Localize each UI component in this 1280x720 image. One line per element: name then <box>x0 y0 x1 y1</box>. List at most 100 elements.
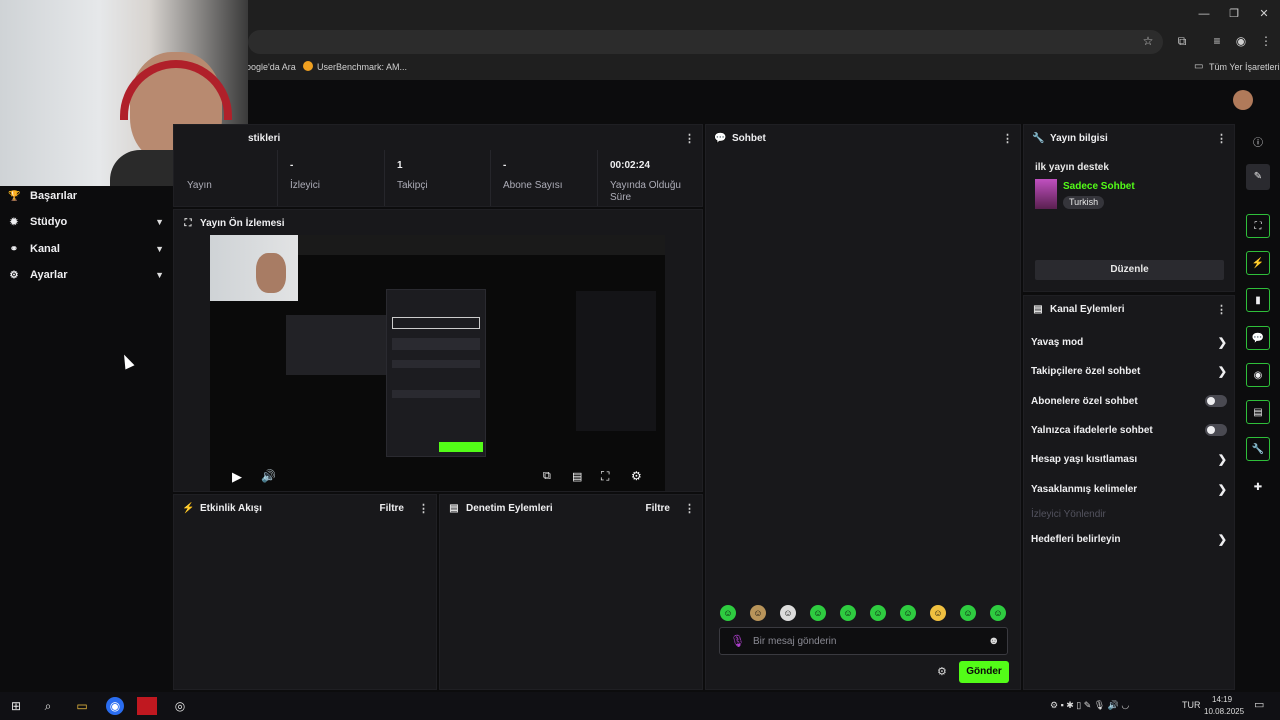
wrench-rail-icon[interactable]: 🔧 <box>1246 437 1270 461</box>
channel-icon: ⚭ <box>9 243 19 255</box>
emote-icon[interactable]: ☺ <box>900 605 916 621</box>
edit-pencil-icon[interactable]: ✎ <box>1246 164 1270 190</box>
menu-icon[interactable]: ⋮ <box>1259 34 1273 48</box>
kebab-menu-icon[interactable]: ⋮ <box>1216 132 1227 145</box>
emote-icon[interactable]: ☺ <box>810 605 826 621</box>
preview-rail-icon[interactable]: ⛶ <box>1246 214 1270 238</box>
volume-icon[interactable]: 🔊 <box>261 469 276 483</box>
chat-input[interactable]: 🎙 Bir mesaj gönderin ☻ <box>719 627 1008 655</box>
chevron-right-icon: ❯ <box>1217 483 1227 496</box>
emote-icon[interactable]: ☺ <box>840 605 856 621</box>
extensions-icon[interactable]: ⧉ <box>1175 34 1189 48</box>
edit-button[interactable]: Düzenle <box>1035 260 1224 280</box>
profile-icon[interactable]: ◉ <box>1234 34 1248 48</box>
preview-modal-language <box>392 390 480 398</box>
close-icon[interactable]: ✕ <box>1256 6 1272 22</box>
preview-webcam-person <box>256 253 286 293</box>
chrome-icon[interactable]: ◉ <box>106 697 124 715</box>
picture-in-picture-icon[interactable]: ⧉ <box>543 470 551 483</box>
input-language[interactable]: TUR <box>1182 700 1201 710</box>
stat-izleyici: - İzleyici <box>277 150 385 206</box>
preview-webcam <box>210 235 298 301</box>
sidebar-item-studyo[interactable]: ✹ Stüdyo ▼ <box>8 211 164 233</box>
activity-panel: ⚡ Etkinlik Akışı Filtre ⋮ <box>173 494 437 690</box>
stream-info-title: Yayın bilgisi <box>1050 132 1108 144</box>
emote-icon[interactable]: ☺ <box>750 605 766 621</box>
add-widget-icon[interactable]: ✚ <box>1246 475 1270 499</box>
notification-icon[interactable]: ▭ <box>1254 698 1264 711</box>
emote-icon[interactable]: ☺ <box>930 605 946 621</box>
sidebar-item-basarilar[interactable]: 🏆 Başarılar <box>8 185 164 207</box>
kebab-menu-icon[interactable]: ⋮ <box>1216 303 1227 316</box>
sidebar-item-kanal[interactable]: ⚭ Kanal ▼ <box>8 238 164 260</box>
emote-icon[interactable]: ☺ <box>870 605 886 621</box>
action-account-age[interactable]: Hesap yaşı kısıtlaması ❯ <box>1031 449 1227 469</box>
app-taskbar-icon[interactable] <box>137 697 157 715</box>
stream-category[interactable]: Sadece Sohbet <box>1063 181 1135 192</box>
clock-date[interactable]: 10.08.2025 <box>1204 707 1244 716</box>
address-bar[interactable] <box>248 30 1163 54</box>
headphones-icon <box>120 60 232 120</box>
preview-icon: ⛶ <box>184 217 192 229</box>
chat-rail-icon[interactable]: 💬 <box>1246 326 1270 350</box>
kebab-menu-icon[interactable]: ⋮ <box>684 502 695 515</box>
moderation-filter-button[interactable]: Filtre <box>646 503 670 514</box>
emote-icon[interactable]: ☺ <box>720 605 736 621</box>
settings-icon[interactable]: ⚙ <box>631 469 642 483</box>
action-slow-mode[interactable]: Yavaş mod ❯ <box>1031 332 1227 352</box>
channel-actions-title: Kanal Eylemleri <box>1050 303 1125 315</box>
action-followers-only[interactable]: Takipçilere özel sohbet ❯ <box>1031 361 1227 381</box>
kebab-menu-icon[interactable]: ⋮ <box>1002 132 1013 145</box>
stat-sure: 00:02:24 Yayında Olduğu Süre <box>610 160 681 203</box>
theater-mode-icon[interactable]: ▤ <box>572 470 582 483</box>
action-set-goals[interactable]: Hedefleri belirleyin ❯ <box>1031 529 1227 549</box>
stats-rail-icon[interactable]: ▮ <box>1246 288 1270 312</box>
moderation-rail-icon[interactable]: ▤ <box>1246 400 1270 424</box>
kebab-menu-icon[interactable]: ⋮ <box>684 132 695 145</box>
send-button[interactable]: Gönder <box>959 661 1009 683</box>
emote-icon[interactable]: ☺ <box>990 605 1006 621</box>
activity-panel-title: Etkinlik Akışı <box>200 502 262 514</box>
microphone-icon[interactable]: 🎙 <box>730 634 745 648</box>
chat-panel-title: Sohbet <box>732 132 766 144</box>
category-thumbnail <box>1035 179 1057 209</box>
bookmark-userbenchmark[interactable]: UserBenchmark: AM... <box>317 62 407 72</box>
sidebar-item-ayarlar[interactable]: ⚙ Ayarlar ▼ <box>8 264 164 286</box>
emote-only-toggle[interactable] <box>1205 424 1227 436</box>
media-icon[interactable]: ≡ <box>1210 34 1224 48</box>
stream-preview-video[interactable] <box>210 235 665 491</box>
activity-filter-button[interactable]: Filtre <box>380 503 404 514</box>
avatar[interactable] <box>1233 90 1253 110</box>
chevron-right-icon: ❯ <box>1217 533 1227 546</box>
star-icon[interactable]: ☆ <box>1141 34 1155 48</box>
action-banned-words[interactable]: Yasaklanmış kelimeler ❯ <box>1031 479 1227 499</box>
chevron-down-icon: ▼ <box>155 244 164 254</box>
chat-settings-icon[interactable]: ⚙ <box>937 665 947 678</box>
language-tag: Turkish <box>1063 196 1105 209</box>
clock-time[interactable]: 14:19 <box>1212 695 1232 704</box>
search-icon[interactable]: ⌕ <box>39 697 57 715</box>
info-icon[interactable]: ⓘ <box>1246 129 1270 153</box>
emoji-icon[interactable]: ☻ <box>988 635 1000 647</box>
minimize-icon[interactable]: — <box>1196 6 1212 22</box>
action-emote-only: Yalnızca ifadelerle sohbet <box>1031 420 1227 440</box>
obs-icon[interactable]: ◎ <box>171 697 189 715</box>
subscribers-only-toggle[interactable] <box>1205 395 1227 407</box>
play-icon[interactable]: ▶ <box>232 469 242 485</box>
stat-takipci: 1 Takipçi <box>385 150 491 206</box>
bookmark-google[interactable]: oogle'da Ara <box>246 62 296 72</box>
restore-icon[interactable]: ❐ <box>1226 6 1242 22</box>
broadcast-rail-icon[interactable]: ◉ <box>1246 363 1270 387</box>
kebab-menu-icon[interactable]: ⋮ <box>418 502 429 515</box>
preview-side-panel <box>576 291 656 431</box>
emote-icon[interactable]: ☺ <box>780 605 796 621</box>
preview-modal <box>386 289 486 457</box>
emote-icon[interactable]: ☺ <box>960 605 976 621</box>
bookmark-favicon-icon <box>303 61 313 71</box>
all-bookmarks[interactable]: Tüm Yer İşaretleri <box>1209 62 1280 72</box>
file-explorer-icon[interactable]: ▭ <box>73 697 91 715</box>
chevron-down-icon: ▼ <box>155 217 164 227</box>
activity-rail-icon[interactable]: ⚡ <box>1246 251 1270 275</box>
windows-start-icon[interactable]: ⊞ <box>7 697 25 715</box>
fullscreen-icon[interactable]: ⛶ <box>601 469 609 484</box>
